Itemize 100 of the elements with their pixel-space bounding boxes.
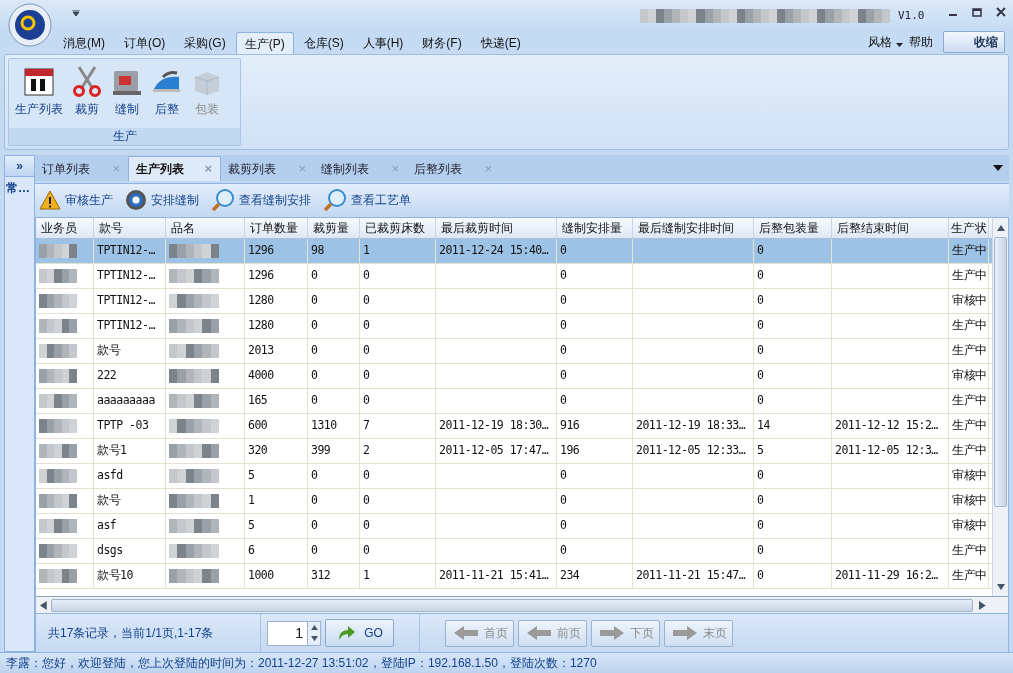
table-cell: 1296 bbox=[248, 242, 274, 260]
table-row[interactable]: 222 4000 0 0 0 0 审核中 bbox=[36, 364, 992, 389]
column-header[interactable]: 后整包装量 bbox=[754, 218, 832, 238]
tab-label: 生产列表 bbox=[136, 161, 184, 178]
document-tab[interactable]: 裁剪列表 × bbox=[221, 156, 314, 181]
blurred-text bbox=[169, 519, 219, 533]
table-cell: 0 bbox=[560, 492, 567, 510]
table-row[interactable]: 款号10 1000 312 1 2011-11-21 15:41… 234 2011-11-21 15:47… 0 2011-11-29 16:2… 生产中 bbox=[36, 564, 992, 589]
down-arrow-icon[interactable] bbox=[310, 636, 318, 642]
table-row[interactable]: 款号 1 0 0 0 0 审核中 bbox=[36, 489, 992, 514]
tab-menu-caret-icon[interactable] bbox=[993, 165, 1003, 171]
column-header[interactable]: 最后缝制安排时间 bbox=[633, 218, 754, 238]
toolbar-button[interactable]: 审核生产 bbox=[39, 189, 113, 210]
caret-icon[interactable] bbox=[896, 43, 903, 47]
menu-tab[interactable]: 采购(G) bbox=[175, 32, 235, 54]
page-input[interactable]: 1 bbox=[267, 620, 321, 646]
document-tab[interactable]: 缝制列表 × bbox=[314, 156, 407, 181]
help-menu[interactable]: 帮助 bbox=[909, 33, 933, 51]
table-cell: 98 bbox=[311, 242, 324, 260]
column-header[interactable]: 品名 bbox=[166, 218, 245, 238]
column-header[interactable]: 业务员 bbox=[36, 218, 94, 238]
collapse-button[interactable]: 收缩 bbox=[943, 31, 1005, 53]
table-row[interactable]: 款号 2013 0 0 0 0 生产中 bbox=[36, 339, 992, 364]
column-header[interactable]: 缝制安排量 bbox=[557, 218, 633, 238]
table-cell: 14 bbox=[757, 417, 770, 435]
table-row[interactable]: 款号1 320 399 2 2011-12-05 17:47… 196 2011-12-05 12:33… 5 2011-12-05 12:3… 生产中 bbox=[36, 439, 992, 464]
table-cell: 生产中 bbox=[952, 392, 987, 410]
table-row[interactable]: asf 5 0 0 0 0 审核中 bbox=[36, 514, 992, 539]
down-arrow-icon[interactable] bbox=[996, 584, 1005, 590]
left-arrow-icon[interactable] bbox=[40, 600, 47, 610]
table-cell: 399 bbox=[311, 442, 331, 460]
vertical-scrollbar[interactable] bbox=[992, 218, 1008, 596]
table-row[interactable]: aaaaaaaaa 165 0 0 0 0 生产中 bbox=[36, 389, 992, 414]
maximize-icon[interactable] bbox=[971, 6, 983, 18]
close-icon[interactable] bbox=[995, 6, 1007, 18]
table-cell: 2011-12-24 15:40… bbox=[439, 242, 549, 260]
table-cell: 0 bbox=[363, 317, 370, 335]
table-row[interactable]: TPTIN12-… 1280 0 0 0 0 生产中 bbox=[36, 314, 992, 339]
style-menu[interactable]: 风格 bbox=[868, 33, 892, 51]
table-cell: 1280 bbox=[248, 292, 274, 310]
blurred-text bbox=[39, 569, 77, 583]
menu-tab[interactable]: 人事(H) bbox=[353, 32, 413, 54]
sidebar-item[interactable]: 常… bbox=[6, 181, 30, 195]
blurred-text bbox=[169, 294, 219, 308]
right-arrow-icon bbox=[597, 624, 626, 642]
table-cell: 款号1 bbox=[97, 442, 127, 460]
go-button[interactable]: GO bbox=[325, 619, 394, 647]
column-header[interactable]: 已裁剪床数 bbox=[360, 218, 436, 238]
right-arrow-icon[interactable] bbox=[979, 600, 986, 610]
table-cell: 0 bbox=[560, 517, 567, 535]
table-row[interactable]: TPTIN12-… 1296 0 0 0 0 生产中 bbox=[36, 264, 992, 289]
document-tab[interactable]: 后整列表 × bbox=[407, 156, 500, 181]
table-cell: 款号 bbox=[97, 492, 120, 510]
menu-tab[interactable]: 快递(E) bbox=[471, 32, 530, 54]
menu-tab[interactable]: 财务(F) bbox=[413, 32, 471, 54]
document-tab[interactable]: 订单列表 × bbox=[35, 156, 128, 181]
menu-tab[interactable]: 消息(M) bbox=[54, 32, 114, 54]
tab-label: 裁剪列表 bbox=[228, 160, 276, 178]
column-header[interactable]: 裁剪量 bbox=[308, 218, 360, 238]
ribbon-button[interactable]: 缝制 bbox=[109, 65, 145, 118]
tab-label: 后整列表 bbox=[414, 160, 462, 178]
table-cell: 1 bbox=[363, 567, 370, 585]
table-cell: 生产中 bbox=[952, 417, 987, 435]
toolbar-button[interactable]: 查看工艺单 bbox=[323, 187, 411, 212]
column-header[interactable]: 最后裁剪时间 bbox=[436, 218, 557, 238]
menu-tab[interactable]: 生产(P) bbox=[235, 32, 294, 54]
table-cell: 0 bbox=[560, 392, 567, 410]
table-cell: 审核中 bbox=[952, 467, 987, 485]
table-cell: 0 bbox=[560, 542, 567, 560]
ribbon-button[interactable]: 后整 bbox=[149, 65, 185, 118]
blurred-text bbox=[39, 469, 77, 483]
horizontal-scrollbar[interactable] bbox=[36, 596, 1008, 613]
blurred-text bbox=[39, 419, 77, 433]
toolbar-button[interactable]: 安排缝制 bbox=[125, 188, 199, 211]
ribbon-button[interactable]: 生产列表 bbox=[13, 65, 65, 118]
menu-tab[interactable]: 订单(O) bbox=[115, 32, 175, 54]
table-row[interactable]: asfd 5 0 0 0 0 审核中 bbox=[36, 464, 992, 489]
blurred-text bbox=[39, 519, 77, 533]
up-arrow-icon[interactable] bbox=[996, 225, 1005, 231]
table-cell: 196 bbox=[560, 442, 580, 460]
table-cell: 生产中 bbox=[952, 567, 987, 585]
table-row[interactable]: dsgs 6 0 0 0 0 生产中 bbox=[36, 539, 992, 564]
column-header[interactable]: 生产状 bbox=[949, 218, 989, 238]
table-cell: 0 bbox=[363, 542, 370, 560]
table-row[interactable]: TPTP -03 600 1310 7 2011-12-19 18:30… 916 2011-12-19 18:33… 14 2011-12-12 15:2… 生产中 bbox=[36, 414, 992, 439]
ribbon-button[interactable]: 裁剪 bbox=[69, 65, 105, 118]
column-header[interactable]: 订单数量 bbox=[245, 218, 308, 238]
toolbar-button[interactable]: 查看缝制安排 bbox=[211, 187, 311, 212]
column-header[interactable]: 后整结束时间 bbox=[832, 218, 949, 238]
table-cell: 0 bbox=[757, 392, 764, 410]
sidebar-toggle[interactable]: » bbox=[4, 155, 35, 177]
menu-tab[interactable]: 仓库(S) bbox=[294, 32, 353, 54]
table-cell: 生产中 bbox=[952, 317, 987, 335]
table-cell: 0 bbox=[311, 342, 318, 360]
document-tab[interactable]: 生产列表 × bbox=[128, 156, 221, 181]
table-row[interactable]: TPTIN12-… 1296 98 1 2011-12-24 15:40… 0 0 生产中 bbox=[36, 239, 992, 264]
quick-access-caret-icon[interactable] bbox=[72, 10, 80, 16]
table-row[interactable]: TPTIN12-… 1280 0 0 0 0 审核中 bbox=[36, 289, 992, 314]
column-header[interactable]: 款号 bbox=[94, 218, 166, 238]
up-arrow-icon[interactable] bbox=[310, 624, 318, 630]
